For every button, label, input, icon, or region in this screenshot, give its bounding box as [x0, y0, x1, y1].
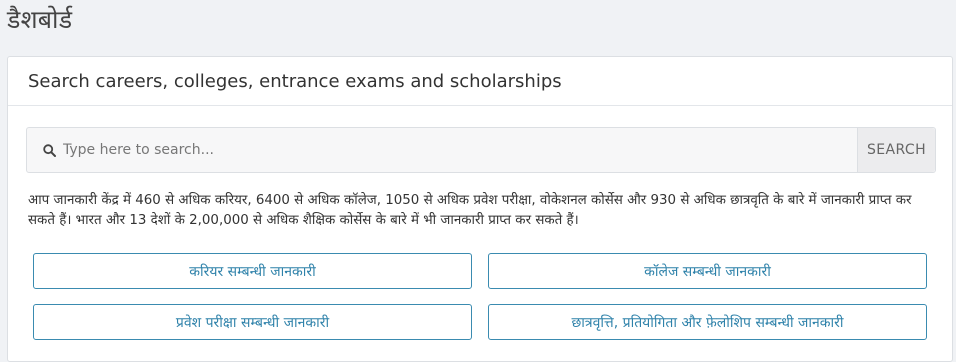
card-header: Search careers, colleges, entrance exams… [8, 57, 952, 106]
info-text: आप जानकारी केंद्र में 460 से अधिक करियर,… [28, 193, 912, 228]
search-input[interactable] [63, 128, 857, 172]
search-card: Search careers, colleges, entrance exams… [7, 56, 953, 362]
college-info-button[interactable]: कॉलेज सम्बन्धी जानकारी [488, 253, 927, 289]
search-icon [41, 142, 57, 158]
info-links: करियर सम्बन्धी जानकारी कॉलेज सम्बन्धी जा… [33, 253, 929, 341]
career-info-button[interactable]: करियर सम्बन्धी जानकारी [33, 253, 472, 289]
search-box: SEARCH [26, 127, 936, 173]
entrance-exam-info-button[interactable]: प्रवेश परीक्षा सम्बन्धी जानकारी [33, 304, 472, 340]
card-title: Search careers, colleges, entrance exams… [28, 70, 562, 92]
page-title: डैशबोर्ड [7, 5, 73, 34]
search-button[interactable]: SEARCH [857, 128, 935, 172]
scholarship-info-button[interactable]: छात्रवृत्ति, प्रतियोगिता और फ़ेलोशिप सम्… [488, 304, 927, 340]
